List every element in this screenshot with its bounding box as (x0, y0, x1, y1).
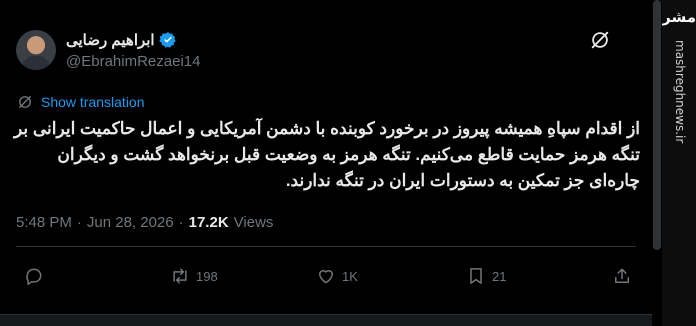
tweet-date[interactable]: Jun 28, 2026 (87, 214, 174, 231)
show-translation-link[interactable]: Show translation (41, 94, 145, 110)
bookmark-button[interactable]: 21 (466, 266, 506, 286)
retweet-button[interactable]: 198 (170, 266, 218, 286)
scrollbar-thumb[interactable] (653, 0, 661, 250)
share-icon (615, 268, 629, 283)
bookmark-icon (470, 268, 482, 284)
reply-button[interactable] (24, 266, 50, 286)
avatar[interactable] (16, 30, 56, 70)
meta-separator: · (76, 214, 82, 231)
share-button[interactable] (612, 266, 632, 286)
watermark-url: mashreghnews.ir (673, 40, 687, 144)
author-handle[interactable]: @EbrahimRezaei14 (66, 53, 200, 70)
watermark-logo: مشرق (662, 8, 696, 26)
meta-separator: · (178, 214, 184, 231)
reply-composer-edge (0, 314, 652, 326)
action-bar: 198 1K 21 (0, 266, 652, 290)
tweet-time[interactable]: 5:48 PM (16, 214, 72, 231)
heart-icon (319, 270, 333, 284)
translate-icon (19, 96, 31, 108)
views-count: 17.2K (188, 214, 229, 231)
retweet-icon (173, 268, 187, 284)
like-count: 1K (342, 268, 358, 284)
divider (16, 246, 636, 247)
like-button[interactable]: 1K (316, 266, 358, 286)
author-name-row: ابراهیم رضایی (66, 30, 177, 50)
scrollbar[interactable] (652, 0, 662, 326)
bookmark-count: 21 (492, 268, 507, 284)
tweet-metadata: 5:48 PM · Jun 28, 2026 · 17.2K Views (16, 214, 273, 231)
reply-icon (26, 268, 42, 286)
grok-icon[interactable] (589, 29, 611, 51)
views-label: Views (233, 214, 274, 231)
author-display-name[interactable]: ابراهیم رضایی (66, 31, 155, 49)
show-translation-row[interactable]: Show translation (16, 93, 145, 111)
watermark-url-wrap: mashreghnews.ir (666, 40, 694, 320)
watermark-strip: مشرق mashreghnews.ir (662, 0, 696, 326)
verified-badge-icon (158, 32, 176, 48)
retweet-count: 198 (196, 268, 218, 284)
tweet-text: از اقدام سپاهِ همیشه پیروز در برخورد کوب… (14, 119, 640, 190)
tweet-card: ابراهیم رضایی @EbrahimRezaei14 Show tran… (0, 0, 652, 326)
